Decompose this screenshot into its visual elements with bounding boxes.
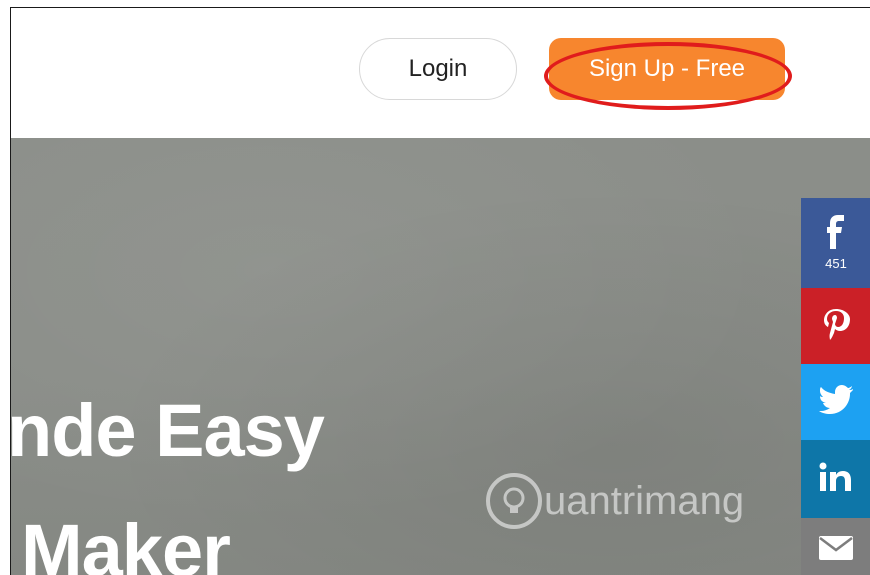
share-facebook[interactable]: 451	[801, 198, 870, 288]
mail-icon	[818, 535, 854, 566]
site-header: Login Sign Up - Free	[11, 8, 870, 138]
hero-banner: nde Easy Maker uantrimang	[11, 138, 870, 575]
signup-label: Sign Up - Free	[588, 55, 746, 82]
watermark-text: uantrimang	[544, 478, 745, 523]
pinterest-icon	[821, 307, 851, 346]
social-share-bar: 451	[801, 198, 870, 575]
signup-button[interactable]: Sign Up - Free	[549, 38, 785, 100]
share-linkedin[interactable]	[801, 440, 870, 518]
login-label: Login	[408, 55, 468, 82]
watermark: uantrimang	[486, 473, 744, 529]
linkedin-icon	[819, 462, 853, 497]
facebook-icon	[827, 215, 845, 254]
facebook-share-count: 451	[825, 256, 847, 271]
login-button[interactable]: Login	[359, 38, 517, 100]
browser-viewport: Login Sign Up - Free nde Easy Maker uant…	[10, 7, 870, 575]
share-twitter[interactable]	[801, 364, 870, 440]
share-email[interactable]	[801, 518, 870, 575]
twitter-icon	[818, 384, 854, 420]
hero-heading-line1: nde Easy	[11, 389, 325, 472]
share-pinterest[interactable]	[801, 288, 870, 364]
lightbulb-logo-icon	[486, 473, 542, 529]
hero-heading-line2: Maker	[21, 509, 231, 575]
